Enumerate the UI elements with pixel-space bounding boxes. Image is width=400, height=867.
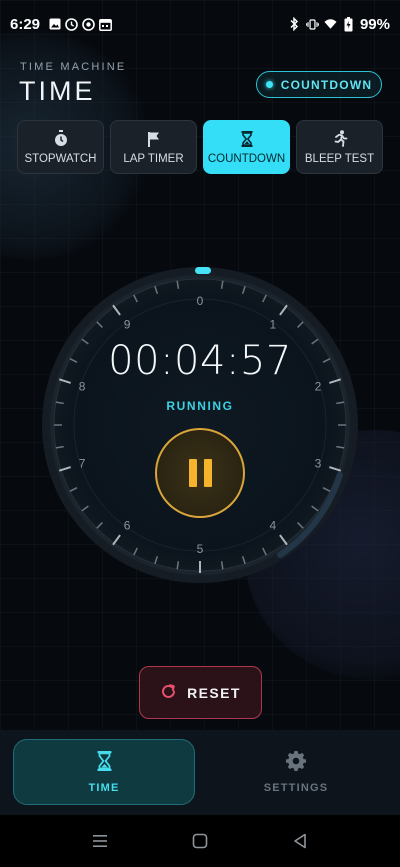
timer-display: 00:04:57	[108, 338, 292, 384]
tab-label: BLEEP TEST	[304, 152, 375, 165]
dial-number: 9	[124, 318, 131, 332]
nav-item-time[interactable]: TIME	[13, 739, 195, 805]
bottom-nav: TIME SETTINGS	[0, 730, 400, 815]
nav-item-settings[interactable]: SETTINGS	[205, 739, 387, 805]
runner-icon	[331, 130, 349, 148]
status-bar: 6:29 99%	[0, 0, 400, 48]
battery-icon	[342, 16, 355, 31]
dial-number: 7	[79, 456, 86, 470]
tab-bleep-test[interactable]: BLEEP TEST	[296, 120, 383, 174]
home-icon[interactable]	[188, 829, 212, 853]
dial-number: 6	[124, 518, 131, 532]
calendar-icon	[99, 18, 112, 31]
sync-icon	[82, 17, 95, 31]
reset-icon	[160, 683, 177, 703]
battery-percent: 99%	[359, 15, 390, 33]
tab-label: COUNTDOWN	[207, 152, 286, 165]
timer-dial: 0 1 2 3 4 5 6 7 8 9	[40, 265, 360, 585]
pause-icon	[188, 459, 197, 487]
mode-tabs: STOPWATCH LAP TIMER COUNTDOWN BLEEP TEST	[17, 120, 383, 174]
gear-icon	[286, 750, 306, 774]
pause-icon	[203, 459, 212, 487]
tab-label: LAP TIMER	[123, 152, 184, 165]
app-subtitle: TIME MACHINE	[20, 61, 127, 73]
dial-progress-indicator	[195, 267, 211, 274]
dial-number: 1	[270, 318, 277, 332]
flag-icon	[145, 130, 163, 148]
dial-number: 5	[197, 542, 204, 556]
dial-graphic: 0 1 2 3 4 5 6 7 8 9	[42, 267, 358, 583]
system-nav-bar	[0, 815, 400, 867]
reset-button[interactable]: RESET	[139, 666, 262, 719]
menu-icon[interactable]	[88, 829, 112, 853]
reset-label: RESET	[187, 684, 241, 701]
dial-number: 3	[315, 456, 322, 470]
stopwatch-icon	[52, 130, 70, 148]
dial-number: 0	[197, 294, 204, 308]
nav-item-label: SETTINGS	[263, 781, 329, 794]
hourglass-icon	[97, 750, 112, 774]
mode-badge: COUNTDOWN	[256, 71, 382, 98]
mode-badge-label: COUNTDOWN	[280, 77, 373, 92]
timer-status: RUNNING	[166, 399, 234, 413]
status-time: 6:29	[10, 15, 41, 33]
badge-dot-icon	[265, 81, 273, 88]
pause-button[interactable]	[155, 428, 245, 518]
page-title: TIME	[19, 76, 96, 106]
tab-countdown[interactable]: COUNTDOWN	[203, 120, 290, 174]
nav-item-label: TIME	[88, 781, 120, 794]
clock-icon	[65, 17, 78, 31]
tab-lap-timer[interactable]: LAP TIMER	[110, 120, 197, 174]
bluetooth-icon	[288, 17, 301, 31]
back-icon[interactable]	[288, 829, 312, 853]
tab-stopwatch[interactable]: STOPWATCH	[17, 120, 104, 174]
image-icon	[48, 18, 61, 31]
tab-label: STOPWATCH	[24, 152, 97, 165]
hourglass-icon	[238, 130, 256, 148]
vibrate-icon	[306, 18, 319, 31]
dial-number: 4	[270, 518, 277, 532]
wifi-icon	[324, 18, 337, 31]
